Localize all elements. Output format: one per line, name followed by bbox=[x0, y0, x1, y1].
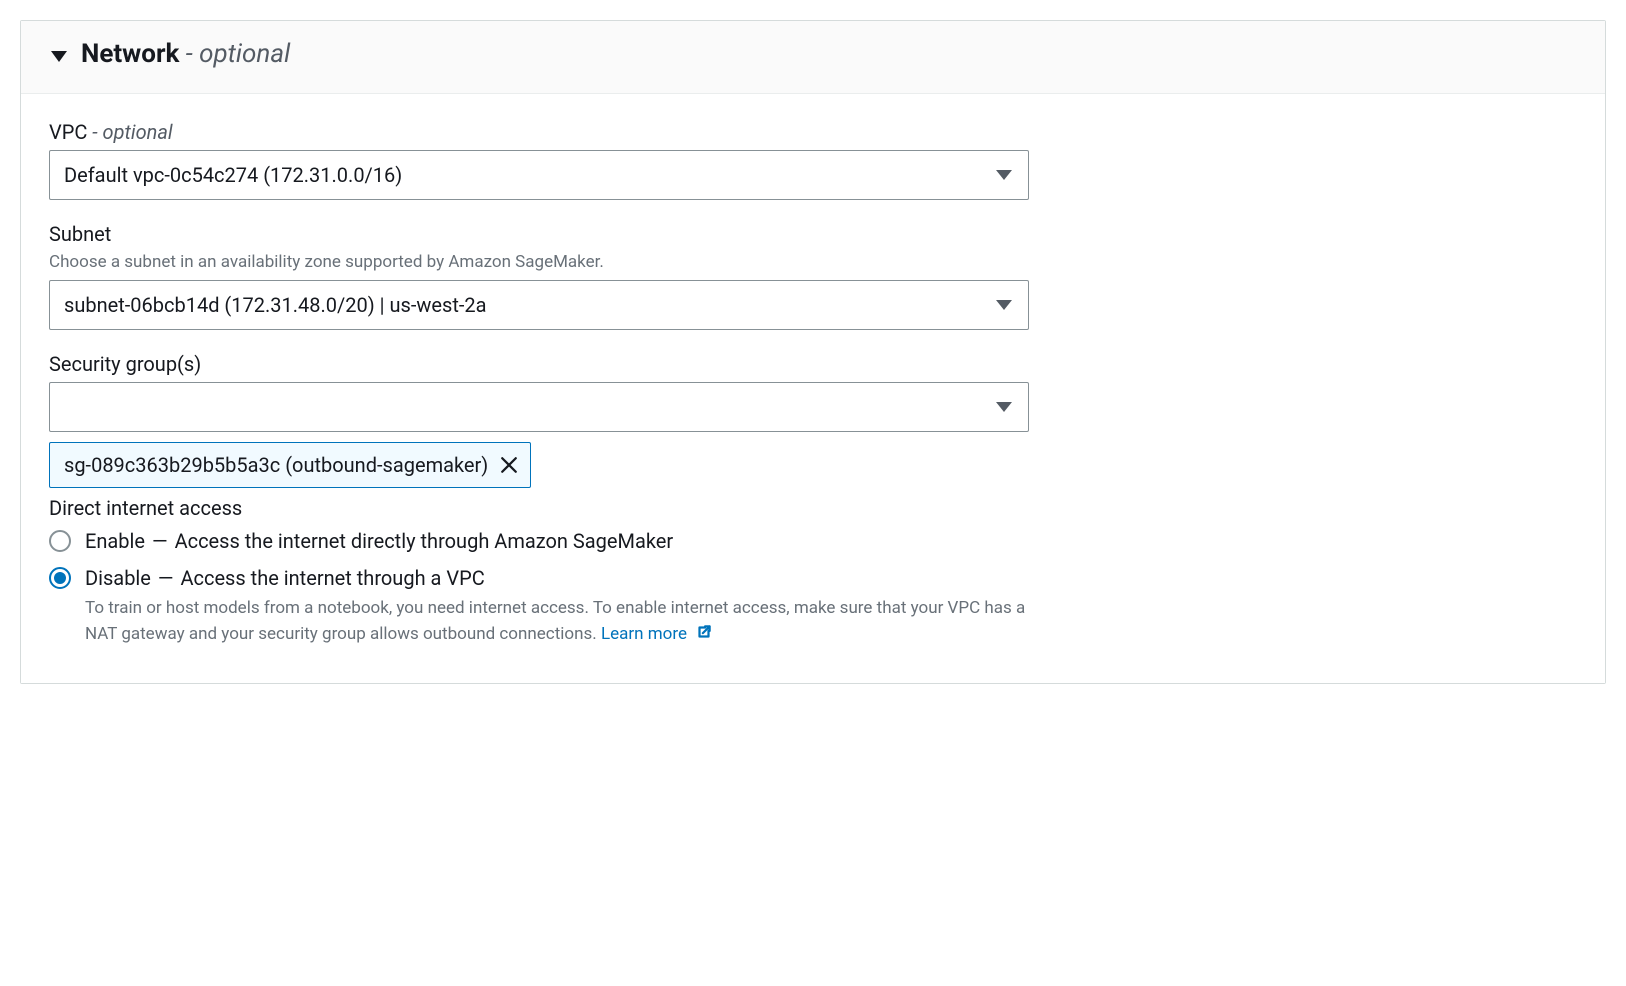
chevron-down-icon bbox=[996, 300, 1012, 310]
radio-disable-text: Disable — Access the internet through a … bbox=[85, 566, 485, 590]
direct-internet-access-radio-group: Enable — Access the internet directly th… bbox=[49, 528, 1029, 649]
security-groups-field: Security group(s) sg-089c363b29b5b5a3c (… bbox=[49, 352, 1029, 488]
subnet-hint: Choose a subnet in an availability zone … bbox=[49, 252, 1029, 272]
security-group-tokens: sg-089c363b29b5b5a3c (outbound-sagemaker… bbox=[49, 442, 1029, 488]
direct-internet-access-field: Direct internet access Enable — Access t… bbox=[49, 496, 1029, 649]
subnet-select[interactable]: subnet-06bcb14d (172.31.48.0/20) | us-we… bbox=[49, 280, 1029, 330]
radio-disable-description: To train or host models from a notebook,… bbox=[85, 596, 1029, 649]
security-groups-select[interactable] bbox=[49, 382, 1029, 432]
remove-token-button[interactable] bbox=[500, 456, 518, 474]
security-groups-label: Security group(s) bbox=[49, 352, 1029, 376]
vpc-select[interactable]: Default vpc-0c54c274 (172.31.0.0/16) bbox=[49, 150, 1029, 200]
direct-internet-access-label: Direct internet access bbox=[49, 496, 1029, 520]
vpc-select-value: Default vpc-0c54c274 (172.31.0.0/16) bbox=[64, 163, 402, 187]
radio-icon bbox=[49, 530, 71, 552]
chevron-down-icon bbox=[996, 170, 1012, 180]
vpc-label: VPC - optional bbox=[49, 120, 1029, 144]
learn-more-link[interactable]: Learn more bbox=[601, 624, 713, 644]
vpc-field: VPC - optional Default vpc-0c54c274 (172… bbox=[49, 120, 1029, 200]
external-link-icon bbox=[695, 623, 713, 650]
section-title: Network - optional bbox=[81, 39, 290, 69]
security-group-token-label: sg-089c363b29b5b5a3c (outbound-sagemaker… bbox=[64, 453, 488, 477]
section-header[interactable]: Network - optional bbox=[21, 21, 1605, 94]
chevron-down-icon bbox=[996, 402, 1012, 412]
section-body: VPC - optional Default vpc-0c54c274 (172… bbox=[21, 94, 1605, 683]
subnet-select-value: subnet-06bcb14d (172.31.48.0/20) | us-we… bbox=[64, 293, 487, 317]
radio-enable-text: Enable — Access the internet directly th… bbox=[85, 528, 673, 555]
radio-icon bbox=[49, 567, 71, 589]
subnet-field: Subnet Choose a subnet in an availabilit… bbox=[49, 222, 1029, 330]
network-section: Network - optional VPC - optional Defaul… bbox=[20, 20, 1606, 684]
section-title-text: Network bbox=[81, 39, 179, 69]
section-title-optional: - optional bbox=[179, 39, 290, 69]
collapse-caret-icon bbox=[51, 51, 67, 62]
close-icon bbox=[500, 456, 518, 474]
security-group-token: sg-089c363b29b5b5a3c (outbound-sagemaker… bbox=[49, 442, 531, 488]
radio-enable[interactable]: Enable — Access the internet directly th… bbox=[49, 528, 1029, 555]
subnet-label: Subnet bbox=[49, 222, 1029, 246]
radio-disable[interactable]: Disable — Access the internet through a … bbox=[49, 565, 1029, 649]
